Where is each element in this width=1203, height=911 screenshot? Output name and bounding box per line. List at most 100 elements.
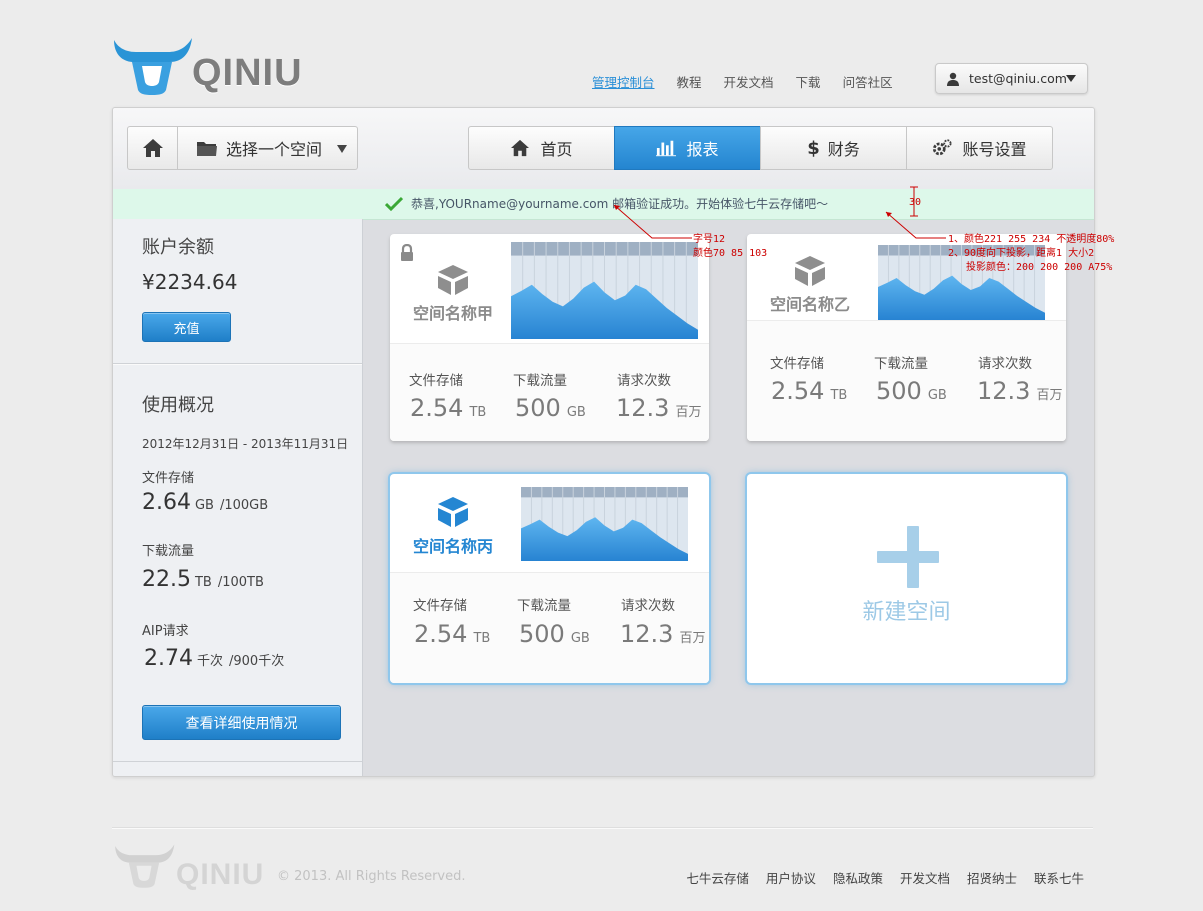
storage-label: 文件存储 — [770, 356, 824, 372]
usage-title: 使用概况 — [142, 395, 214, 416]
bull-logo-icon — [115, 844, 175, 888]
requests-label: 请求次数 — [621, 598, 675, 614]
top-navigation: 管理控制台 教程 开发文档 下载 问答社区 — [592, 74, 915, 92]
user-menu-button[interactable]: test@qiniu.com — [935, 63, 1088, 94]
gear-icon — [933, 139, 953, 156]
nav-tutorials[interactable]: 教程 — [677, 74, 702, 92]
footer-logo-wordmark: QINIU — [176, 858, 265, 891]
check-icon — [385, 196, 403, 212]
usage-date-range: 2012年12月31日 - 2013年11月31日 — [142, 437, 349, 451]
toolbar: 选择一个空间 首页 报表 $ 财务 账号设置 — [113, 108, 1094, 190]
balance-title: 账户余额 — [142, 237, 214, 258]
nav-community[interactable]: 问答社区 — [843, 74, 893, 92]
folder-icon — [197, 142, 217, 156]
lock-icon — [401, 244, 413, 261]
tab-finance[interactable]: $ 财务 — [760, 126, 907, 170]
user-icon — [947, 72, 959, 86]
space-name: 空间名称甲 — [413, 304, 494, 323]
nav-download[interactable]: 下载 — [796, 74, 821, 92]
traffic-value: 500 GB — [876, 377, 947, 405]
requests-label: 请求次数 — [617, 373, 671, 389]
copyright: © 2013. All Rights Reserved. — [277, 869, 466, 884]
api-label: AIP请求 — [142, 624, 189, 639]
main-panel: 选择一个空间 首页 报表 $ 财务 账号设置 恭喜,YOURname@yourn… — [112, 107, 1095, 777]
home-button[interactable] — [127, 126, 178, 170]
storage-value: 2.54 TB — [410, 394, 487, 422]
new-space-card[interactable]: 新建空间 — [747, 474, 1066, 683]
tab-home[interactable]: 首页 — [468, 126, 615, 170]
traffic-label: 下载流量 — [874, 356, 928, 372]
traffic-label: 下载流量 — [142, 544, 195, 559]
dollar-icon: $ — [807, 137, 820, 159]
footer-link-qiniu-storage[interactable]: 七牛云存储 — [686, 868, 749, 887]
card-note-3: 投影颜色：200 200 200 A75% — [966, 262, 1113, 273]
user-email: test@qiniu.com — [969, 71, 1067, 86]
qiniu-logo[interactable]: QINIU — [112, 32, 302, 98]
tab-account-settings[interactable]: 账号设置 — [906, 126, 1053, 170]
tab-label: 首页 — [540, 140, 573, 159]
space-select-dropdown[interactable]: 选择一个空间 — [178, 126, 358, 170]
space-card[interactable]: 空间名称甲 文件存储 下载流量 请求次数 2.54 TB 500 GB 12.3 百万 — [390, 234, 709, 441]
footer-links: 七牛云存储 用户协议 隐私政策 开发文档 招贤纳士 联系七牛 — [669, 868, 1084, 887]
storage-box-icon — [795, 256, 825, 286]
storage-value: 2.64 GB/100GB — [142, 490, 269, 515]
footer-link-user-agreement[interactable]: 用户协议 — [766, 868, 816, 887]
space-select-label: 选择一个空间 — [226, 140, 323, 159]
tab-label: 账号设置 — [962, 140, 1027, 159]
nav-docs[interactable]: 开发文档 — [724, 74, 774, 92]
requests-value: 12.3 百万 — [620, 620, 706, 648]
traffic-value: 500 GB — [519, 620, 590, 648]
font-note-size: 字号12 — [693, 234, 726, 245]
sidebar-divider — [113, 363, 362, 365]
requests-label: 请求次数 — [978, 356, 1032, 372]
view-usage-detail-button[interactable]: 查看详细使用情况 — [142, 705, 341, 740]
space-name: 空间名称丙 — [413, 537, 494, 556]
area-chart-graphic — [521, 487, 688, 561]
spacing-note: 30 — [909, 197, 922, 208]
traffic-label: 下载流量 — [517, 598, 571, 614]
verification-notice: 恭喜,YOURname@yourname.com 邮箱验证成功。开始体验七牛云存… — [113, 189, 1094, 220]
card-note-1: 1、颜色221 255 234 不透明度80% — [948, 234, 1115, 245]
mini-area-chart — [521, 487, 688, 561]
font-note-color: 颜色70 85 103 — [693, 248, 768, 259]
requests-value: 12.3 百万 — [977, 377, 1063, 405]
footer-divider — [112, 827, 1093, 829]
footer-link-docs[interactable]: 开发文档 — [900, 868, 950, 887]
footer-logo[interactable]: QINIU — [112, 840, 272, 891]
footer-link-careers[interactable]: 招贤纳士 — [967, 868, 1017, 887]
chevron-down-icon — [1066, 75, 1076, 82]
plus-icon-bar — [877, 551, 939, 563]
storage-label: 文件存储 — [409, 373, 463, 389]
area-chart-graphic — [511, 242, 698, 339]
storage-box-icon — [438, 497, 468, 527]
api-value: 2.74 千次/900千次 — [144, 646, 285, 671]
requests-value: 12.3 百万 — [616, 394, 702, 422]
home-icon — [142, 139, 163, 157]
traffic-label: 下载流量 — [513, 373, 567, 389]
chevron-down-icon — [337, 145, 347, 153]
storage-value: 2.54 TB — [414, 620, 491, 648]
footer-link-contact[interactable]: 联系七牛 — [1034, 868, 1084, 887]
recharge-button[interactable]: 充值 — [142, 312, 231, 342]
storage-label: 文件存储 — [142, 471, 195, 486]
storage-box-icon — [438, 265, 468, 295]
footer-link-privacy[interactable]: 隐私政策 — [833, 868, 883, 887]
balance-amount: ¥2234.64 — [142, 270, 238, 294]
card-note-2: 2、90度向下投影，距离1 大小2 — [948, 248, 1095, 259]
bar-chart-icon — [656, 140, 677, 157]
new-space-label: 新建空间 — [862, 600, 951, 625]
nav-console[interactable]: 管理控制台 — [592, 74, 655, 92]
notice-message: 恭喜,YOURname@yourname.com 邮箱验证成功。开始体验七牛云存… — [411, 197, 829, 211]
storage-value: 2.54 TB — [771, 377, 848, 405]
account-sidebar: 账户余额 ¥2234.64 充值 使用概况 2012年12月31日 - 2013… — [113, 219, 363, 776]
main-tabs: 首页 报表 $ 财务 账号设置 — [468, 126, 1053, 170]
tab-reports[interactable]: 报表 — [614, 126, 761, 170]
storage-label: 文件存储 — [413, 598, 467, 614]
space-name: 空间名称乙 — [770, 295, 851, 314]
bull-logo-icon — [114, 38, 192, 95]
traffic-value: 22.5 TB/100TB — [142, 567, 264, 592]
tab-label: 财务 — [827, 140, 860, 159]
mini-area-chart — [511, 242, 698, 339]
space-card-selected[interactable]: 空间名称丙 文件存储 下载流量 请求次数 2.54 TB 500 GB 12.3 百万 — [390, 474, 709, 683]
home-icon — [511, 139, 530, 157]
